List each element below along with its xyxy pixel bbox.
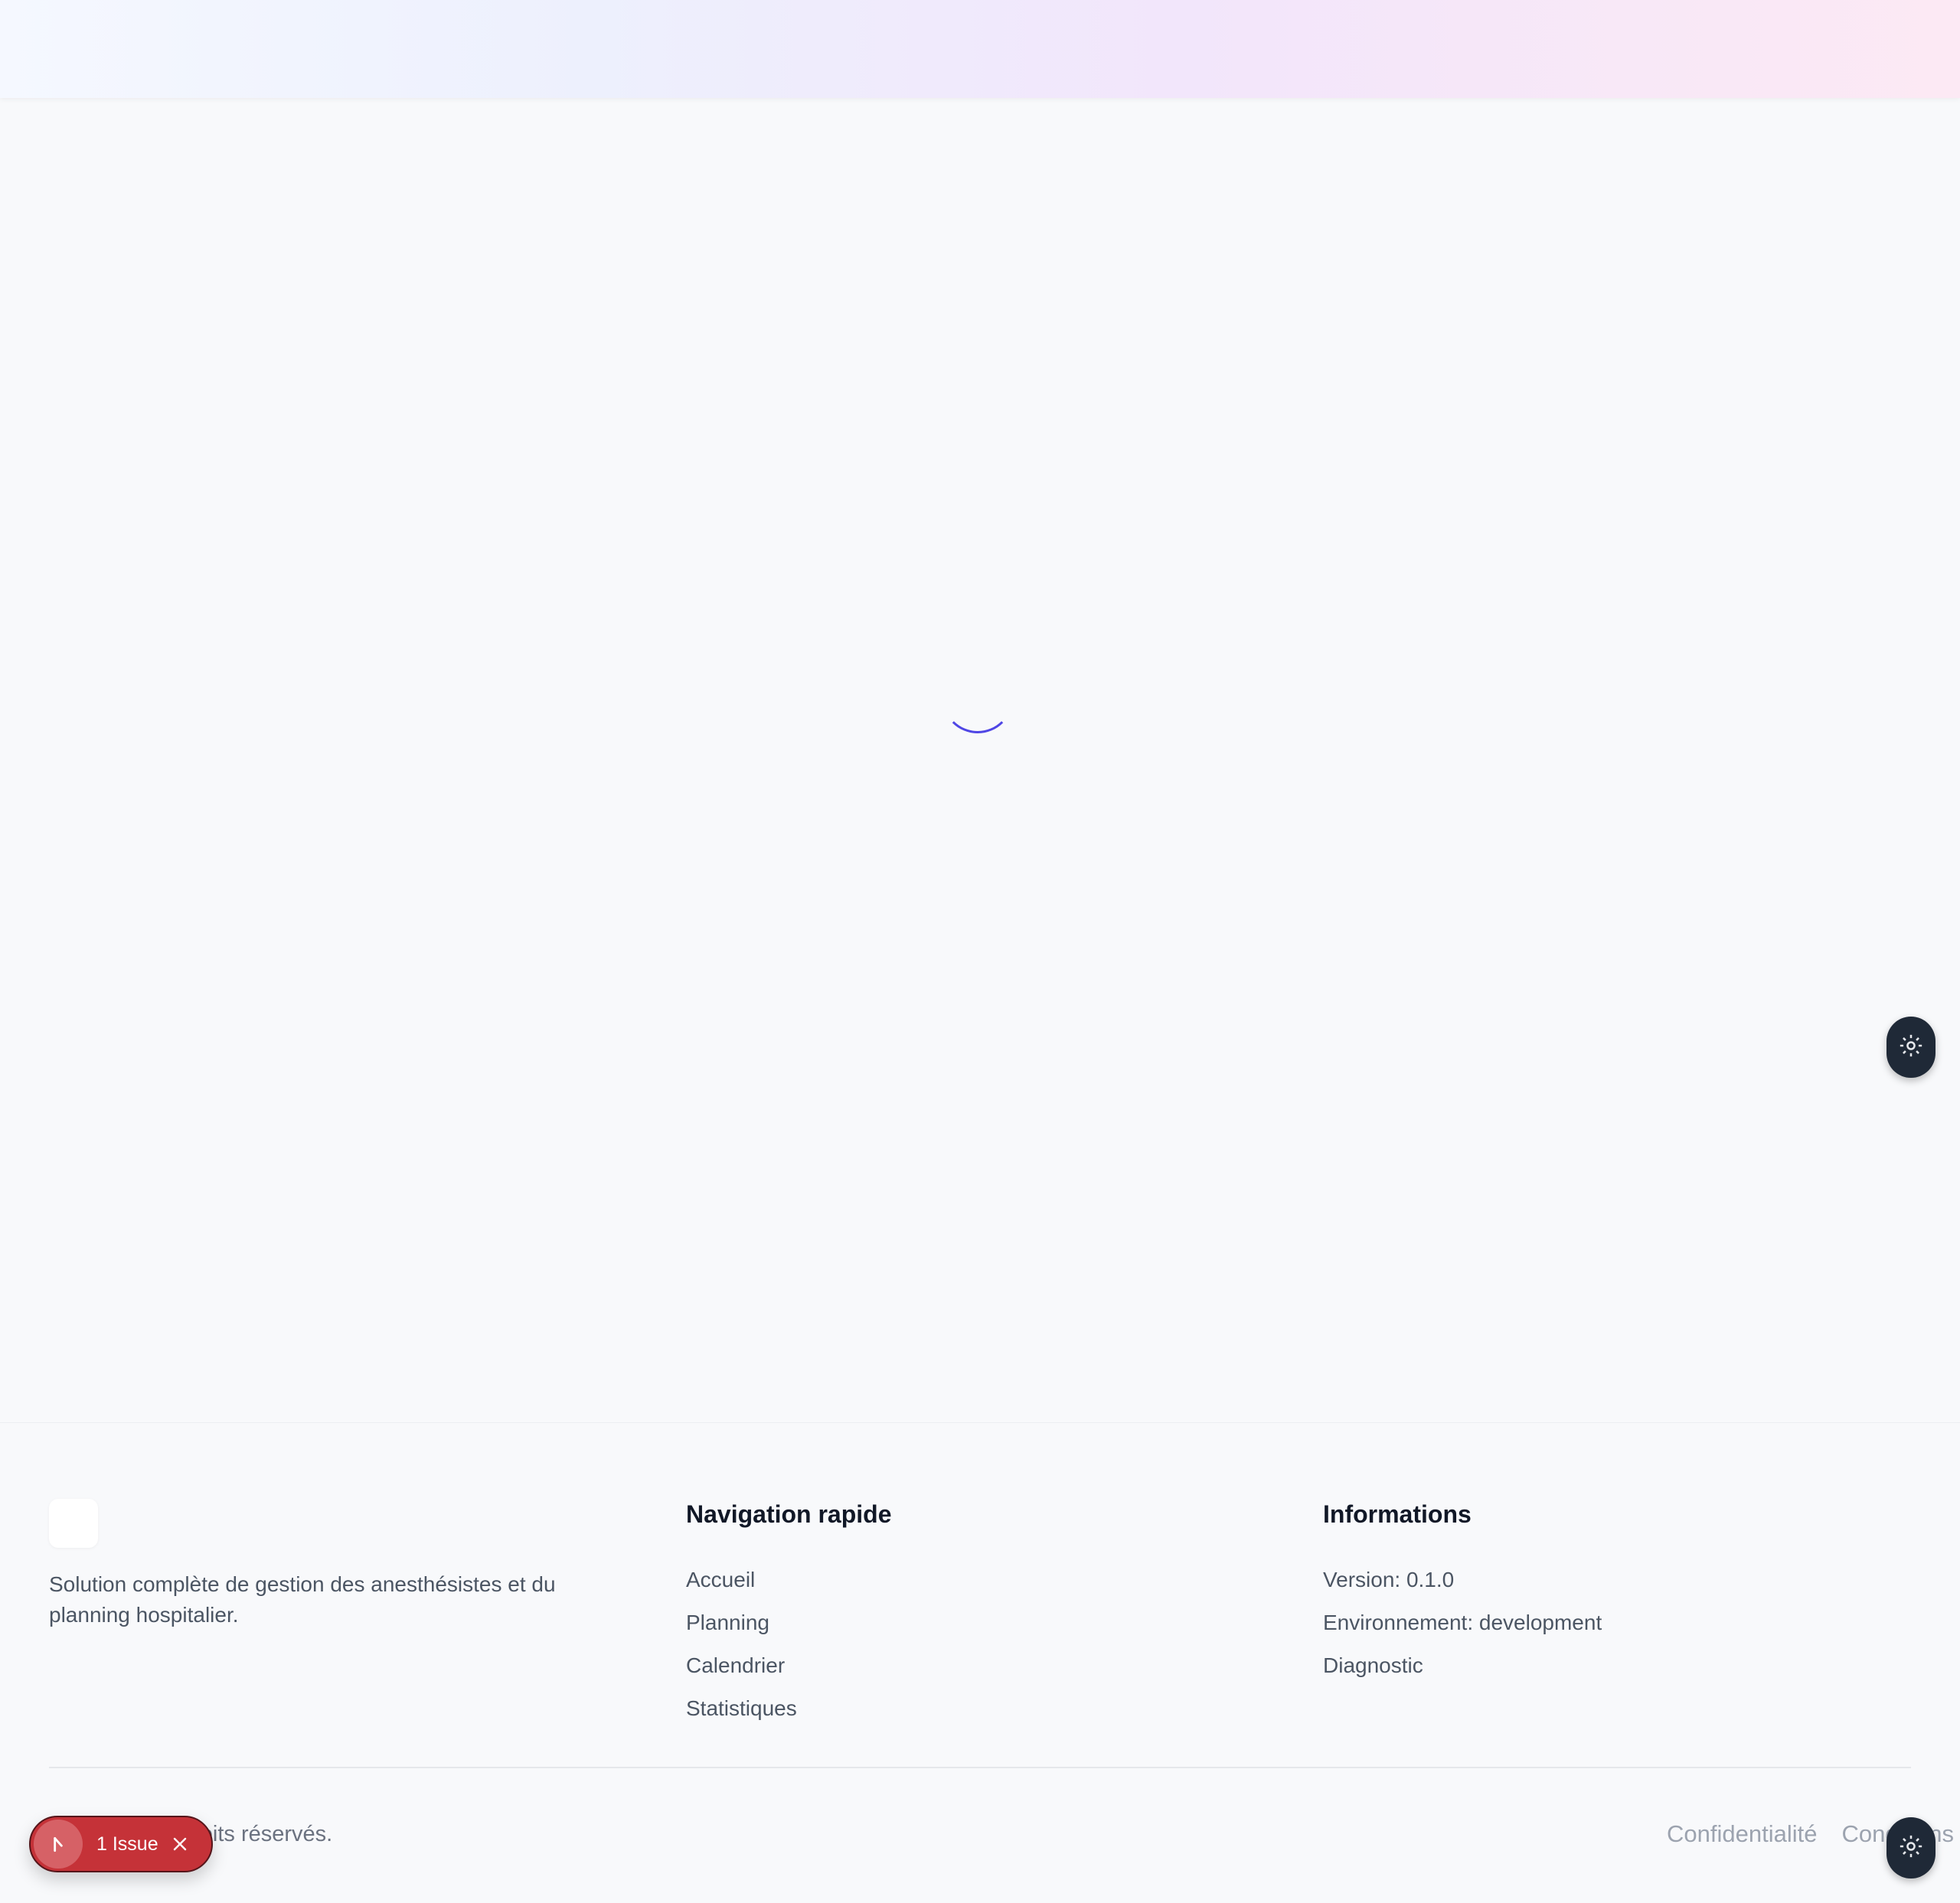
nav-link-statistiques[interactable]: Statistiques	[686, 1687, 797, 1730]
version-text: Version: 0.1.0	[1323, 1568, 1455, 1591]
environment-text: Environnement: development	[1323, 1611, 1602, 1634]
settings-gear-icon	[1898, 1033, 1924, 1062]
nav-link-planning[interactable]: Planning	[686, 1601, 797, 1644]
informations-list: Version: 0.1.0 Environnement: developmen…	[1323, 1559, 1602, 1687]
loading-spinner	[942, 661, 1014, 733]
dev-tools-toggle-button[interactable]	[1886, 1017, 1936, 1078]
dev-issues-badge[interactable]: 1 Issue	[29, 1816, 213, 1872]
next-logo-icon[interactable]	[34, 1820, 83, 1869]
diagnostic-link[interactable]: Diagnostic	[1323, 1644, 1602, 1687]
navigation-title: Navigation rapide	[686, 1500, 892, 1528]
issue-count-label[interactable]: 1 Issue	[96, 1833, 158, 1856]
nav-link-calendrier[interactable]: Calendrier	[686, 1644, 797, 1687]
informations-title: Informations	[1323, 1500, 1472, 1528]
footer-tagline: Solution complète de gestion des anesthé…	[49, 1572, 556, 1627]
top-header	[0, 0, 1960, 98]
footer-top-divider	[0, 1422, 1960, 1423]
footer-logo: M	[49, 1499, 98, 1548]
footer-divider	[49, 1767, 1911, 1768]
privacy-link[interactable]: Confidentialité	[1667, 1820, 1817, 1848]
close-icon[interactable]	[171, 1835, 189, 1853]
navigation-list: Accueil Planning Calendrier Statistiques	[686, 1559, 797, 1730]
nav-link-accueil[interactable]: Accueil	[686, 1559, 797, 1601]
settings-gear-icon	[1898, 1833, 1924, 1863]
dev-tools-settings-button[interactable]	[1886, 1817, 1936, 1879]
